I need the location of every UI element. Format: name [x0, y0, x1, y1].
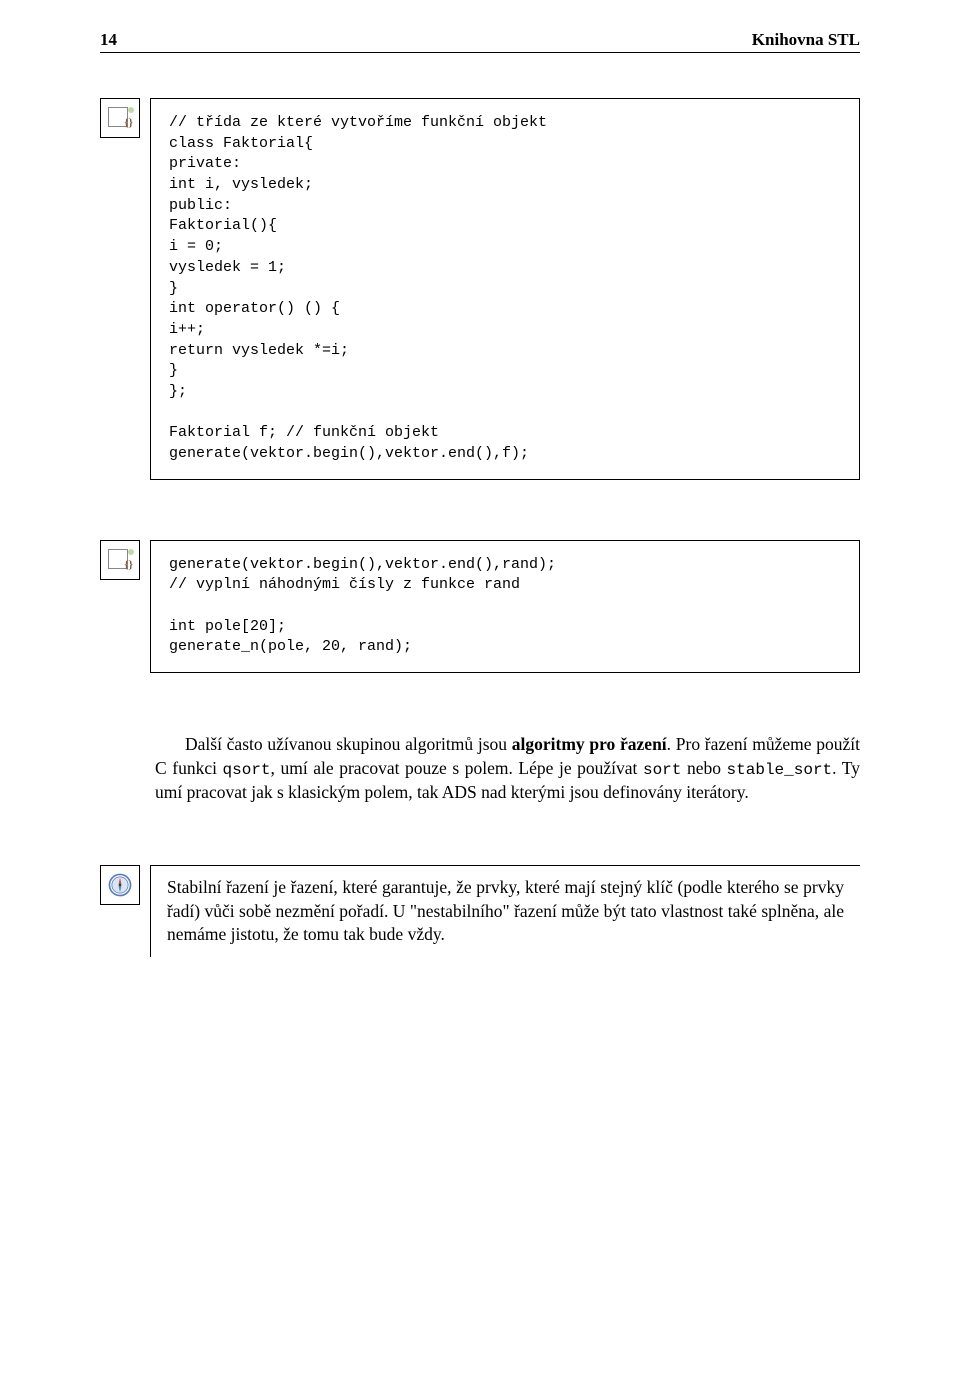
text-fragment: nebo: [681, 758, 726, 778]
document-page: 14 Knihovna STL {} // třída ze které vyt…: [0, 0, 960, 1057]
bold-term: algoritmy pro řazení: [512, 734, 667, 754]
note-section: Stabilní řazení je řazení, které garantu…: [100, 865, 860, 957]
page-number: 14: [100, 30, 117, 50]
page-header: 14 Knihovna STL: [100, 30, 860, 53]
chapter-title: Knihovna STL: [752, 30, 860, 50]
note-body: Stabilní řazení je řazení, které garantu…: [150, 865, 860, 957]
code-block: generate(vektor.begin(),vektor.end(),ran…: [150, 540, 860, 673]
code-example-icon: {}: [100, 98, 140, 138]
code-inline: qsort: [223, 761, 271, 779]
code-example-1: {} // třída ze které vytvoříme funkční o…: [100, 98, 860, 480]
code-inline: sort: [643, 761, 681, 779]
body-paragraph-sorting: Další často užívanou skupinou algoritmů …: [100, 733, 860, 805]
code-block: // třída ze které vytvoříme funkční obje…: [150, 98, 860, 480]
code-inline: stable_sort: [727, 761, 833, 779]
code-example-2: {} generate(vektor.begin(),vektor.end(),…: [100, 540, 860, 673]
compass-icon: [100, 865, 140, 905]
code-example-icon: {}: [100, 540, 140, 580]
text-fragment: Další často užívanou skupinou algoritmů …: [185, 734, 512, 754]
text-fragment: , umí ale pracovat pouze s polem. Lépe j…: [271, 758, 643, 778]
